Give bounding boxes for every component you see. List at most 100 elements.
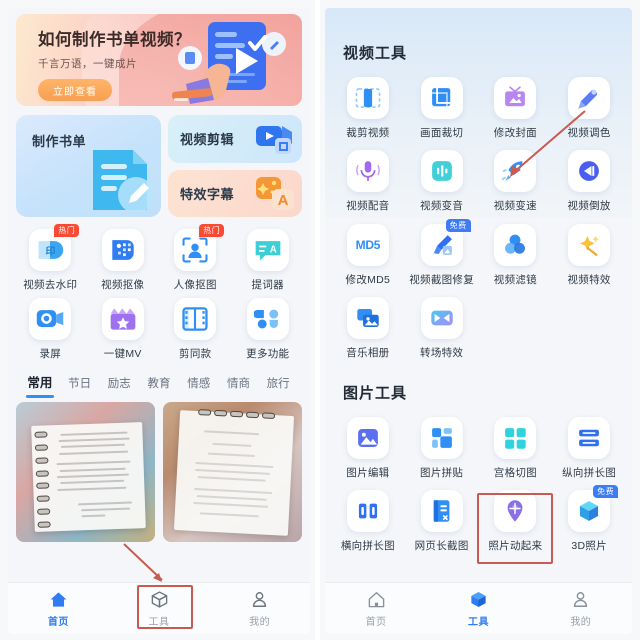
tool-item-horizontal-stitch[interactable]: 横向拼长图 [331, 490, 405, 553]
tool-item-video-filter[interactable]: 视频滤镜 [479, 224, 553, 287]
category-tab-lvxing[interactable]: 旅行 [258, 375, 298, 398]
tool-label: 纵向拼长图 [562, 467, 617, 479]
person-icon [574, 591, 588, 607]
nav-item-home[interactable]: 首页 [8, 583, 109, 634]
transition-icon [420, 297, 463, 339]
tool-item-reverse-play[interactable]: 视频倒放 [552, 150, 626, 213]
feature-card-column: 视频剪辑 特效字幕 A [168, 115, 302, 217]
nav-item-tools[interactable]: 工具 [109, 583, 210, 634]
tool-item-speed-change[interactable]: 视频变速 [479, 150, 553, 213]
tool-label: 画面裁切 [420, 127, 464, 139]
tool-label: 转场特效 [420, 347, 464, 359]
tool-label: 图片编辑 [346, 467, 390, 479]
tool-item-crop-frame[interactable]: 画面裁切 [405, 77, 479, 140]
tool-item-more-features[interactable]: 更多功能 [232, 298, 305, 361]
tool-item-color-grading[interactable]: 视频调色 [552, 77, 626, 140]
cube-tools-icon [151, 590, 167, 608]
feature-card-row: 制作书单 视频剪辑 特效字幕 A [16, 115, 302, 217]
nav-item-profile[interactable]: 我的 [530, 583, 632, 634]
feature-card-booklist[interactable]: 制作书单 [16, 115, 161, 217]
banner-cta-button[interactable]: 立即查看 [38, 79, 112, 101]
nav-label: 首页 [47, 616, 69, 628]
film-strip-icon [174, 298, 217, 340]
tool-label: 修改封面 [493, 127, 537, 139]
tool-item-music-album[interactable]: 音乐相册 [331, 297, 405, 360]
tool-label: 视频变音 [420, 200, 464, 212]
filter-circles-icon [494, 224, 537, 266]
tool-item-webpage-capture[interactable]: 网页长截图 [405, 490, 479, 553]
tool-item-modify-md5[interactable]: MD5 修改MD5 [331, 224, 405, 287]
photo-animate-icon [494, 490, 537, 532]
nav-item-home[interactable]: 首页 [325, 583, 427, 634]
image-tools-title: 图片工具 [343, 385, 408, 402]
left-tools-grid: 印 热门 视频去水印 视频抠像 热门 人像抠图 A 提词器 录屏 一键MV 剪同… [14, 224, 305, 361]
tool-item-video-dubbing[interactable]: 视频配音 [331, 150, 405, 213]
tool-item-trim-video[interactable]: 裁剪视频 [331, 77, 405, 140]
tool-label: 人像抠图 [173, 279, 217, 291]
tool-item-image-collage[interactable]: 图片拼贴 [405, 417, 479, 480]
tool-item-image-edit[interactable]: 图片编辑 [331, 417, 405, 480]
sparkle-text-icon: A [255, 175, 295, 216]
notebook-handwriting-thumbnail[interactable] [16, 402, 155, 542]
tool-item-photo-animate[interactable]: 照片动起来 [479, 490, 553, 553]
tool-label: 图片拼贴 [420, 467, 464, 479]
left-app-screen: 如何制作书单视频？ 千言万语，一键成片 立即查看 制作书单 视频剪辑 特效字幕 … [8, 8, 310, 634]
video-crop-icon [255, 122, 295, 161]
tool-item-clip-same-style[interactable]: 剪同款 [159, 298, 232, 361]
category-tab-qingshang[interactable]: 情商 [219, 375, 259, 398]
right-scroll-area[interactable]: 视频工具 裁剪视频 画面裁切 修改封面 视频调色 视频配音 视频变音 视频变速 … [325, 8, 632, 582]
hand-tapping-play-video-icon [146, 18, 296, 106]
nav-label: 我的 [249, 616, 271, 628]
nav-item-tools[interactable]: 工具 [427, 583, 529, 634]
tool-item-transition-effects[interactable]: 转场特效 [405, 297, 479, 360]
tool-item-3d-photo[interactable]: 免费 3D照片 [552, 485, 626, 553]
tool-label: 视频变速 [493, 200, 537, 212]
tool-item-watermark-remove[interactable]: 印 热门 视频去水印 [14, 224, 87, 292]
tool-item-grid-split[interactable]: 宫格切图 [479, 417, 553, 480]
svg-text:A: A [270, 245, 277, 256]
vertical-stitch-icon [568, 417, 611, 459]
tool-badge: 热门 [199, 224, 225, 237]
feature-card-video-edit[interactable]: 视频剪辑 [168, 115, 302, 163]
video-tools-title: 视频工具 [343, 45, 408, 62]
tool-label: 宫格切图 [493, 467, 537, 479]
cube-3d-icon: 免费 [568, 485, 619, 532]
tool-label: 更多功能 [246, 348, 290, 360]
right-phone-panel: 视频工具 裁剪视频 画面裁切 修改封面 视频调色 视频配音 视频变音 视频变速 … [320, 0, 640, 640]
category-tab-qinggan[interactable]: 情感 [179, 375, 219, 398]
feature-card-subtitle-effects[interactable]: 特效字幕 A [168, 169, 302, 217]
category-tab-lizhi[interactable]: 励志 [99, 375, 139, 398]
nav-label: 首页 [365, 616, 387, 628]
tool-item-screenshot-repair[interactable]: 免费 视频截图修复 [405, 219, 479, 287]
tool-item-video-matting[interactable]: 视频抠像 [87, 229, 160, 292]
tool-item-screen-record[interactable]: 录屏 [14, 298, 87, 361]
category-tab-jieri[interactable]: 节日 [60, 375, 100, 398]
video-tools-grid-3: MD5 修改MD5 免费 视频截图修复 视频滤镜 视频特效 [331, 219, 626, 287]
tool-item-one-key-mv[interactable]: 一键MV [87, 298, 160, 361]
tool-item-teleprompter[interactable]: A 提词器 [232, 229, 305, 292]
tool-item-video-effects[interactable]: 视频特效 [552, 224, 626, 287]
tool-label: 一键MV [103, 348, 142, 360]
tool-item-vertical-stitch[interactable]: 纵向拼长图 [552, 417, 626, 480]
tool-item-change-cover[interactable]: 修改封面 [479, 77, 553, 140]
category-tab-jiaoyu[interactable]: 教育 [139, 375, 179, 398]
tool-item-voice-change[interactable]: 视频变音 [405, 150, 479, 213]
tool-label: 横向拼长图 [340, 540, 395, 552]
promo-banner[interactable]: 如何制作书单视频？ 千言万语，一键成片 立即查看 [16, 14, 302, 106]
video-tools-section: 视频工具 裁剪视频 画面裁切 修改封面 视频调色 视频配音 视频变音 视频变速 … [325, 8, 632, 218]
tool-label: 视频滤镜 [493, 274, 537, 286]
tool-badge: 免费 [593, 485, 619, 498]
printed-poem-paper-thumbnail[interactable] [163, 402, 302, 542]
image-tools-grid-1: 图片编辑 图片拼贴 宫格切图 纵向拼长图 [331, 417, 626, 480]
tool-label: 视频倒放 [567, 200, 611, 212]
right-app-screen: 视频工具 裁剪视频 画面裁切 修改封面 视频调色 视频配音 视频变音 视频变速 … [325, 8, 632, 634]
image-edit-icon [346, 417, 389, 459]
tool-item-portrait-cutout[interactable]: 热门 人像抠图 [159, 224, 232, 292]
nav-label: 我的 [570, 616, 592, 628]
nav-label: 工具 [148, 616, 170, 628]
magic-wand-icon [568, 224, 611, 266]
nav-item-profile[interactable]: 我的 [209, 583, 310, 634]
left-scroll-area[interactable]: 如何制作书单视频？ 千言万语，一键成片 立即查看 制作书单 视频剪辑 特效字幕 … [8, 8, 310, 582]
category-tab-changyong[interactable]: 常用 [20, 372, 60, 398]
tool-label: 视频配音 [346, 200, 390, 212]
